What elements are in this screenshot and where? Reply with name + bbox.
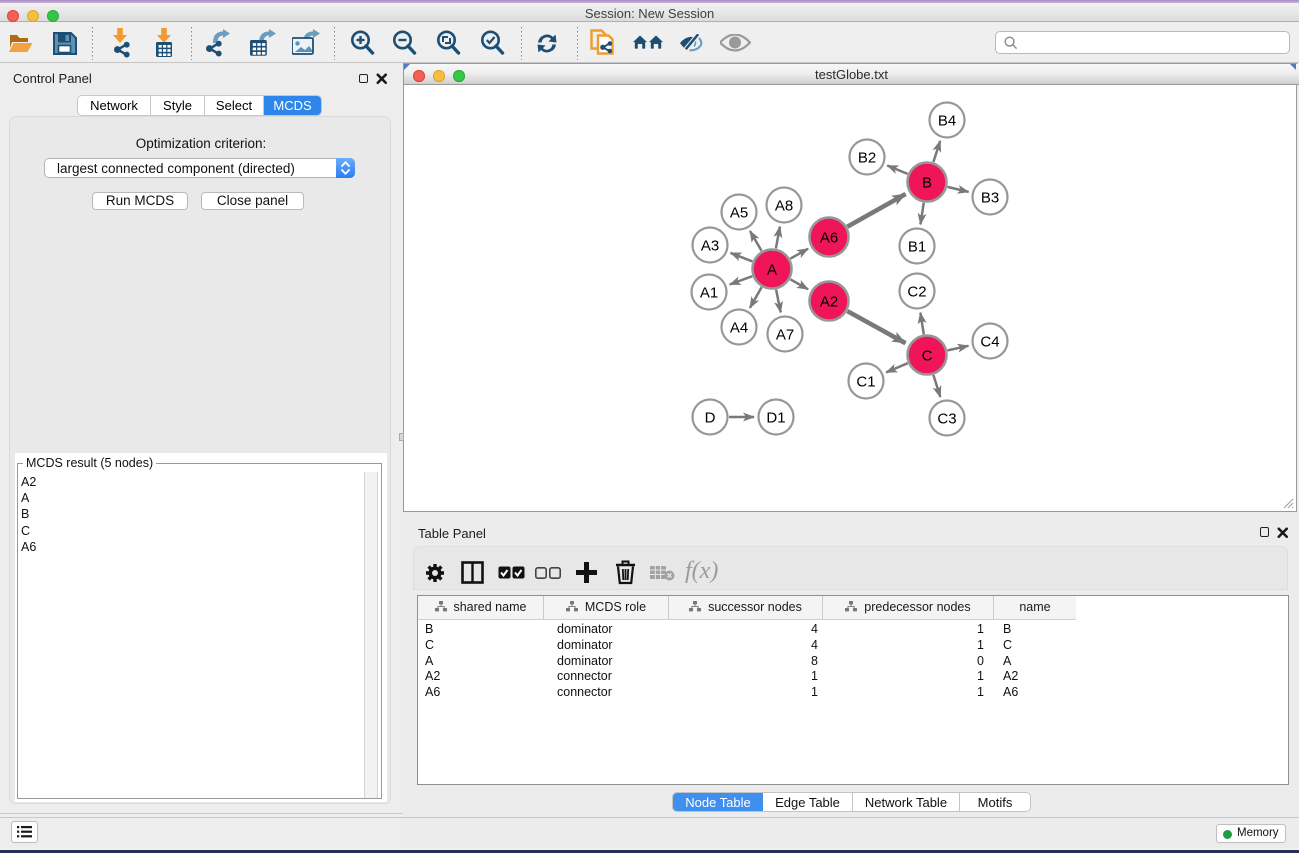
svg-text:B: B — [922, 175, 932, 192]
svg-text:B4: B4 — [938, 113, 956, 130]
svg-text:C1: C1 — [856, 374, 875, 391]
svg-text:A2: A2 — [820, 294, 838, 311]
svg-text:B1: B1 — [908, 239, 926, 256]
svg-text:A4: A4 — [730, 320, 748, 337]
svg-text:A5: A5 — [730, 205, 748, 222]
svg-text:C4: C4 — [980, 334, 999, 351]
svg-text:A7: A7 — [776, 327, 794, 344]
svg-text:C: C — [922, 348, 933, 365]
svg-text:A3: A3 — [701, 238, 719, 255]
svg-text:C2: C2 — [907, 284, 926, 301]
svg-text:A6: A6 — [820, 230, 838, 247]
svg-text:B2: B2 — [858, 150, 876, 167]
svg-text:B3: B3 — [981, 190, 999, 207]
svg-text:A: A — [767, 262, 777, 279]
svg-text:A8: A8 — [775, 198, 793, 215]
svg-text:A1: A1 — [700, 285, 718, 302]
svg-text:C3: C3 — [937, 411, 956, 428]
svg-text:D: D — [705, 410, 716, 427]
svg-text:D1: D1 — [766, 410, 785, 427]
